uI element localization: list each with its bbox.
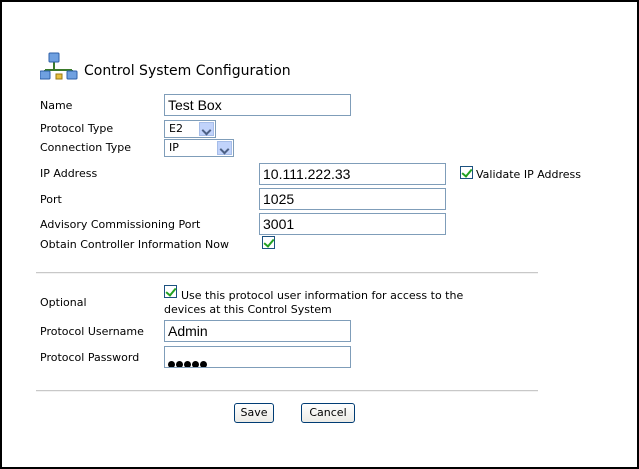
- protocol-username-input[interactable]: Admin: [164, 320, 351, 342]
- advisory-port-input[interactable]: 3001: [259, 213, 446, 235]
- optional-label: Optional: [40, 296, 87, 309]
- obtain-info-checkbox[interactable]: [262, 236, 275, 249]
- page-title: Control System Configuration: [84, 63, 291, 79]
- protocol-password-input[interactable]: [164, 346, 351, 368]
- port-label: Port: [40, 193, 62, 206]
- divider: [36, 272, 538, 274]
- ip-address-label: IP Address: [40, 167, 98, 180]
- port-input[interactable]: 1025: [259, 188, 446, 210]
- use-protocol-info-label-line1: Use this protocol user information for a…: [181, 289, 464, 302]
- divider: [36, 390, 538, 392]
- password-dot: [184, 361, 191, 367]
- network-icon: [40, 52, 78, 80]
- protocol-type-select[interactable]: E2: [164, 120, 216, 138]
- protocol-username-label: Protocol Username: [40, 325, 144, 338]
- validate-ip-checkbox[interactable]: [460, 166, 473, 179]
- obtain-info-label: Obtain Controller Information Now: [40, 238, 229, 251]
- use-protocol-info-checkbox[interactable]: [164, 285, 177, 298]
- password-mask: [168, 353, 208, 367]
- protocol-password-label: Protocol Password: [40, 351, 140, 364]
- password-dot: [176, 361, 183, 367]
- chevron-down-icon[interactable]: [217, 141, 232, 155]
- connection-type-label: Connection Type: [40, 141, 132, 154]
- chevron-down-icon[interactable]: [199, 122, 214, 136]
- protocol-type-label: Protocol Type: [40, 122, 114, 135]
- password-dot: [192, 361, 199, 367]
- name-input[interactable]: Test Box: [164, 94, 351, 116]
- connection-type-value: IP: [169, 141, 179, 154]
- advisory-port-label: Advisory Commissioning Port: [40, 218, 201, 231]
- name-label: Name: [40, 99, 73, 112]
- connection-type-select[interactable]: IP: [164, 139, 234, 157]
- ip-address-input[interactable]: 10.111.222.33: [259, 163, 446, 185]
- use-protocol-info-label-line2: devices at this Control System: [164, 303, 332, 316]
- password-dot: [168, 361, 175, 367]
- cancel-button[interactable]: Cancel: [301, 403, 355, 423]
- validate-ip-label: Validate IP Address: [476, 168, 582, 181]
- password-dot: [200, 361, 207, 367]
- protocol-type-value: E2: [169, 122, 183, 135]
- save-button[interactable]: Save: [234, 403, 274, 423]
